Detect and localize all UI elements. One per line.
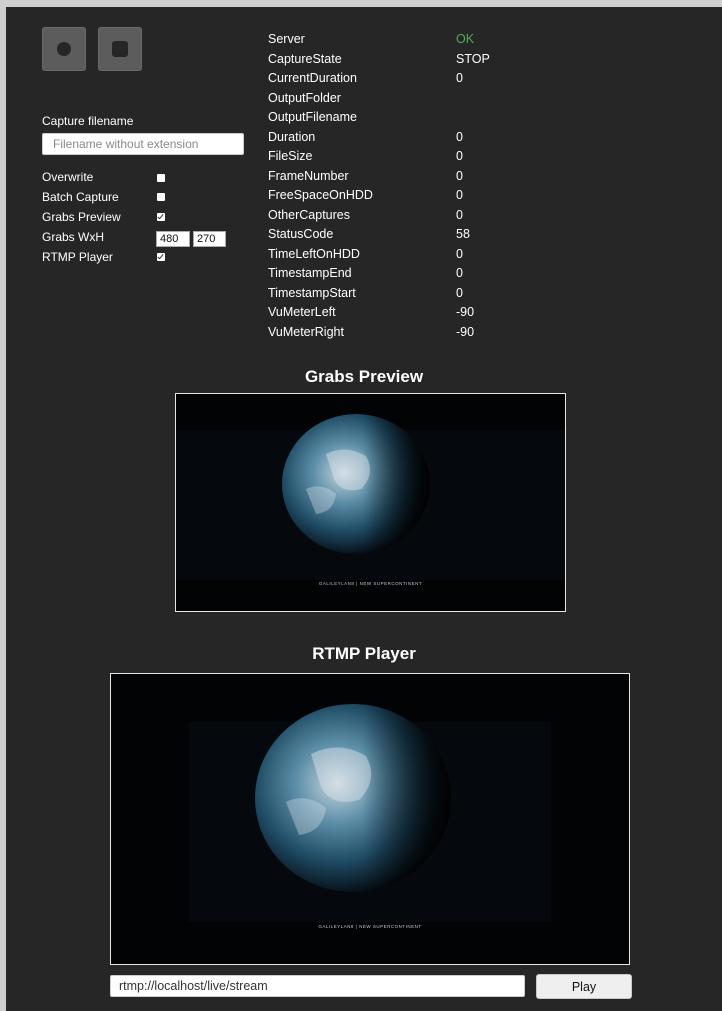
status-key-timeleftonhdd: TimeLeftOnHDD [268,247,360,261]
rtmp-player-caption: GALILEYLAN8 | NEW SUPERCONTINENT [318,924,422,929]
grabs-preview-caption: GALILEYLAN8 | NEW SUPERCONTINENT [318,581,423,586]
status-value-freespaceonhdd: 0 [456,188,463,202]
status-key-freespaceonhdd: FreeSpaceOnHDD [268,188,373,202]
rtmp-player-title: RTMP Player [312,644,416,663]
batch-capture-checkbox[interactable] [157,193,165,201]
status-value-vumeterright: -90 [456,325,475,339]
record-icon [57,42,71,56]
grabs-height-input[interactable] [193,231,226,247]
status-key-timestampstart: TimestampStart [268,286,356,300]
grabs-preview-image: GALILEYLAN8 | NEW SUPERCONTINENT [175,393,566,612]
status-key-outputfolder: OutputFolder [268,91,341,105]
status-value-currentduration: 0 [456,71,463,85]
status-key-othercaptures: OtherCaptures [268,208,350,222]
status-key-outputfilename: OutputFilename [268,110,357,124]
status-key-vumeterleft: VuMeterLeft [268,305,336,319]
earth-video-frame [111,674,629,964]
status-value-othercaptures: 0 [456,208,463,222]
status-key-currentduration: CurrentDuration [268,71,357,85]
grabs-preview-checkbox[interactable] [157,213,165,221]
rtmp-player-label: RTMP Player [42,250,113,264]
status-key-filesize: FileSize [268,149,313,163]
status-key-timestampend: TimestampEnd [268,266,352,280]
status-key-framenumber: FrameNumber [268,169,349,183]
status-value-framenumber: 0 [456,169,463,183]
capture-filename-label: Capture filename [42,114,134,128]
grabs-width-input[interactable] [156,231,190,247]
capture-app: Capture filename Overwrite Batch Capture… [6,7,722,1011]
status-value-vumeterleft: -90 [456,305,475,319]
earth-frame-image [176,394,565,611]
status-value-timestampstart: 0 [456,286,463,300]
status-key-duration: Duration [268,130,316,144]
status-value-capturestate: STOP [456,52,490,66]
grabs-wxh-label: Grabs WxH [42,230,105,244]
status-key-server: Server [268,32,305,46]
status-value-server: OK [456,32,475,46]
overwrite-checkbox[interactable] [157,174,165,182]
overwrite-label: Overwrite [42,170,94,184]
status-key-capturestate: CaptureState [268,52,342,66]
batch-capture-label: Batch Capture [42,190,119,204]
status-value-timeleftonhdd: 0 [456,247,463,261]
rtmp-player-video[interactable]: GALILEYLAN8 | NEW SUPERCONTINENT [110,673,630,965]
status-value-statuscode: 58 [456,227,470,241]
stop-button[interactable] [98,27,142,71]
stop-icon [112,41,128,57]
record-button[interactable] [42,27,86,71]
status-key-vumeterright: VuMeterRight [268,325,344,339]
status-value-filesize: 0 [456,149,463,163]
play-button[interactable]: Play [536,974,632,999]
status-key-statuscode: StatusCode [268,227,334,241]
grabs-preview-title: Grabs Preview [304,367,424,386]
capture-filename-input[interactable] [42,133,244,155]
status-value-duration: 0 [456,130,463,144]
rtmp-player-checkbox[interactable] [157,253,165,261]
status-value-timestampend: 0 [456,266,463,280]
grabs-preview-label: Grabs Preview [42,210,121,224]
rtmp-url-input[interactable] [110,975,525,997]
